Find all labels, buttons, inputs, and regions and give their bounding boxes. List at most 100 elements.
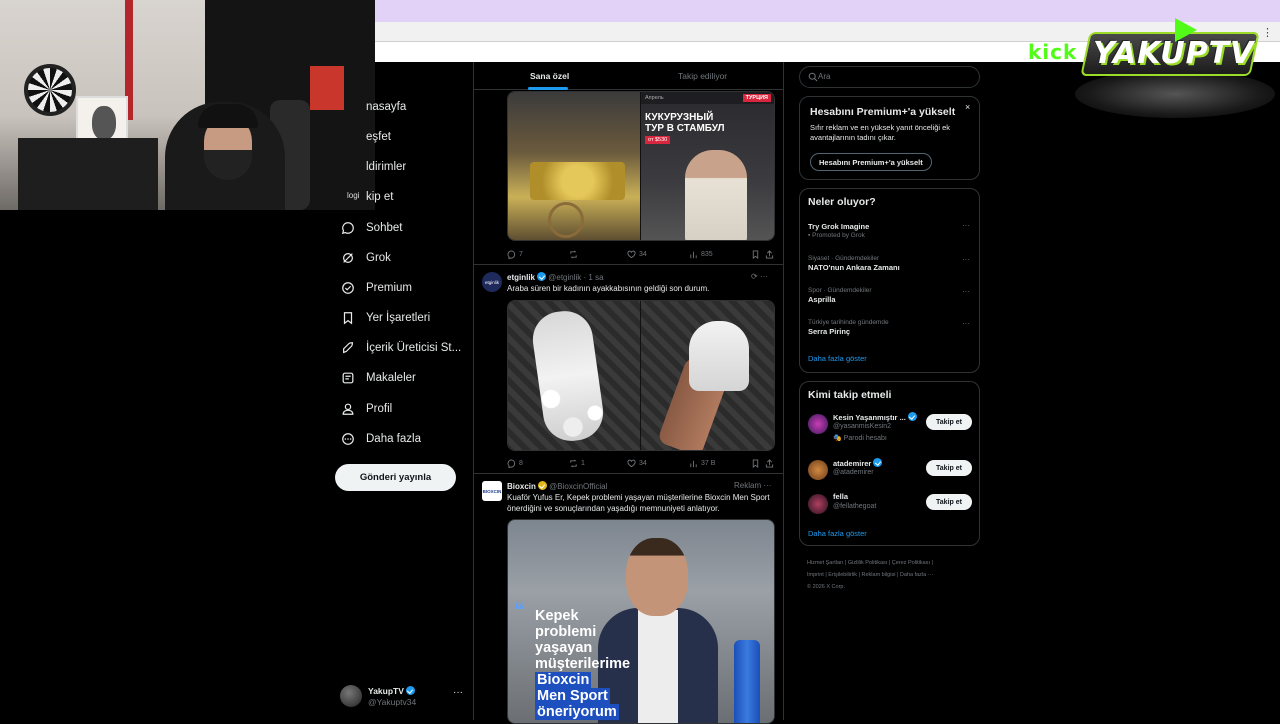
search-input[interactable]: Ara <box>799 66 980 88</box>
chart-icon <box>690 460 697 467</box>
trend-item[interactable]: Try Grok Imagine ▪ Promoted by Grok ··· <box>808 221 974 239</box>
post-button[interactable]: Gönderi yayınla <box>335 464 456 491</box>
heart-icon <box>627 250 636 258</box>
more-circle-icon <box>340 431 356 447</box>
follow-suggestion[interactable]: fella @fellathegoat Takip et <box>808 492 978 526</box>
timeline-tabs: Sana özel Takip ediliyor <box>474 62 783 90</box>
account-switcher[interactable]: YakupTV @Yakuptv34 ··· <box>340 684 466 710</box>
footer-links: Hizmet Şartları | Gizlilik Politikası | … <box>807 557 977 593</box>
grok-icon <box>340 250 356 266</box>
media-price: от $530 <box>645 136 671 144</box>
avatar[interactable] <box>808 414 828 434</box>
like-button[interactable]: 34 <box>627 457 689 469</box>
nav-bookmarks-label: Yer İşaretleri <box>366 312 431 324</box>
bell-icon <box>340 159 356 175</box>
nav-home-label: nasayfa <box>366 101 407 113</box>
nav-more[interactable]: Daha fazla <box>340 424 421 454</box>
nav-chat[interactable]: Sohbet <box>340 213 402 243</box>
browser-tab-strip <box>375 0 1280 22</box>
tweet-media[interactable]: Апрель ТУРЦИЯ КУКУРУЗНЫЙ ТУР В СТАМБУЛ от… <box>507 91 775 241</box>
tab-for-you[interactable]: Sana özel <box>530 71 569 81</box>
tweet-actions: 7 34 835 <box>507 248 775 260</box>
trends-show-more-link[interactable]: Daha fazla göster <box>808 354 867 363</box>
avatar[interactable] <box>808 460 828 480</box>
browser-menu-icon[interactable]: ⋮ <box>1262 26 1273 39</box>
more-icon[interactable]: ··· <box>962 221 970 230</box>
tweet-divider <box>474 473 783 474</box>
more-icon[interactable]: ··· <box>962 319 970 328</box>
premium-icon <box>340 280 356 296</box>
search-icon <box>340 129 356 145</box>
share-button[interactable] <box>765 248 775 260</box>
nav-notifications-label: ldirimler <box>366 161 407 173</box>
nav-home[interactable]: nasayfa <box>340 92 406 122</box>
trend-item[interactable]: Türkiye tarihinde gündemde Serra Pirinç … <box>808 319 974 336</box>
nav-more-label: Daha fazla <box>366 433 421 445</box>
repost-button[interactable]: 1 <box>569 457 627 469</box>
views-button[interactable]: 835 <box>689 248 751 260</box>
premium-upgrade-button[interactable]: Hesabını Premium+'a yükselt <box>810 153 932 171</box>
more-icon[interactable]: ··· <box>962 287 970 296</box>
avatar[interactable] <box>808 494 828 514</box>
overlay-logo-text: logi <box>347 191 360 200</box>
nav-creator-studio-label: İçerik Üreticisi St... <box>366 342 462 354</box>
trend-item[interactable]: Spor · Gündemdekiler Asprilla ··· <box>808 287 974 304</box>
reply-button[interactable]: 7 <box>507 248 569 260</box>
media-image-shoe-2[interactable] <box>640 301 774 450</box>
premium-title: Hesabını Premium+'a yükselt <box>810 106 956 118</box>
webcam-overlay <box>0 0 375 210</box>
bookmark-button[interactable] <box>751 248 765 260</box>
tweet-author-handle[interactable]: @BioxcinOfficial <box>549 482 607 491</box>
rocket-icon <box>340 340 356 356</box>
follow-button[interactable]: Takip et <box>926 460 972 476</box>
tweet-author-handle[interactable]: @etginlik <box>548 273 581 282</box>
follow-button[interactable]: Takip et <box>926 414 972 430</box>
avatar[interactable]: BIOXCIN <box>482 481 502 501</box>
share-button[interactable] <box>765 457 775 469</box>
tweet-media[interactable] <box>507 300 775 451</box>
bookmark-icon <box>340 310 356 326</box>
reply-button[interactable]: 8 <box>507 457 569 469</box>
nav-notifications[interactable]: ldirimler <box>340 152 406 182</box>
tab-following[interactable]: Takip ediliyor <box>678 71 727 81</box>
footer-line[interactable]: Hizmet Şartları | Gizlilik Politikası | … <box>807 557 977 569</box>
media-image-corn-stall[interactable] <box>508 92 640 240</box>
follow-suggestion[interactable]: atademirer @atademirer Takip et <box>808 458 978 492</box>
verified-badge-icon <box>405 686 415 695</box>
tweet-author-name[interactable]: etginlik <box>507 273 535 282</box>
media-image-tour-ad[interactable]: Апрель ТУРЦИЯ КУКУРУЗНЫЙ ТУР В СТАМБУЛ от… <box>640 92 774 240</box>
trends-card: Neler oluyor? Try Grok Imagine ▪ Promote… <box>799 188 980 373</box>
views-button[interactable]: 37 B <box>689 457 751 469</box>
follow-suggestion[interactable]: Kesin Yaşanmıştır ... @yasanmisKesin2 🎭 … <box>808 412 978 446</box>
trend-item[interactable]: Siyaset · Gündemdekiler NATO'nun Ankara … <box>808 255 974 272</box>
repost-button[interactable] <box>569 248 627 260</box>
more-icon[interactable]: ··· <box>453 687 463 698</box>
avatar[interactable]: etginlik <box>482 272 502 292</box>
close-icon[interactable]: × <box>965 102 970 112</box>
nav-creator-studio[interactable]: İçerik Üreticisi St... <box>340 333 461 363</box>
follow-button[interactable]: Takip et <box>926 494 972 510</box>
nav-explore[interactable]: eşfet <box>340 122 391 152</box>
nav-premium[interactable]: Premium <box>340 273 412 303</box>
kick-logo: kick <box>1028 40 1078 64</box>
webcam-frame <box>310 66 344 110</box>
nav-grok[interactable]: Grok <box>340 243 391 273</box>
nav-bookmarks[interactable]: Yer İşaretleri <box>340 303 430 333</box>
footer-line[interactable]: Imprint | Erişilebilirlik | Reklam bilgi… <box>807 569 977 581</box>
tweet-media-ad[interactable]: “ Kepek problemi yaşayan müşterilerime B… <box>507 519 775 724</box>
nav-profile[interactable]: Profil <box>340 394 392 424</box>
parody-icon: 🎭 <box>833 435 842 442</box>
more-icon[interactable]: ··· <box>962 255 970 264</box>
media-image-shoe-1[interactable] <box>508 301 640 450</box>
tweet-author-name[interactable]: Bioxcin <box>507 482 536 491</box>
tweet-divider <box>474 264 783 265</box>
tweet-time[interactable]: · 1 sa <box>584 273 604 282</box>
search-icon <box>808 72 818 82</box>
more-icon[interactable]: ⟳ ··· <box>751 272 768 281</box>
active-tab-indicator <box>528 87 568 90</box>
like-button[interactable]: 34 <box>627 248 689 260</box>
nav-articles[interactable]: Makaleler <box>340 363 416 393</box>
bookmark-button[interactable] <box>751 457 765 469</box>
more-icon[interactable]: ··· <box>763 481 771 490</box>
who-to-follow-show-more-link[interactable]: Daha fazla göster <box>808 529 867 538</box>
